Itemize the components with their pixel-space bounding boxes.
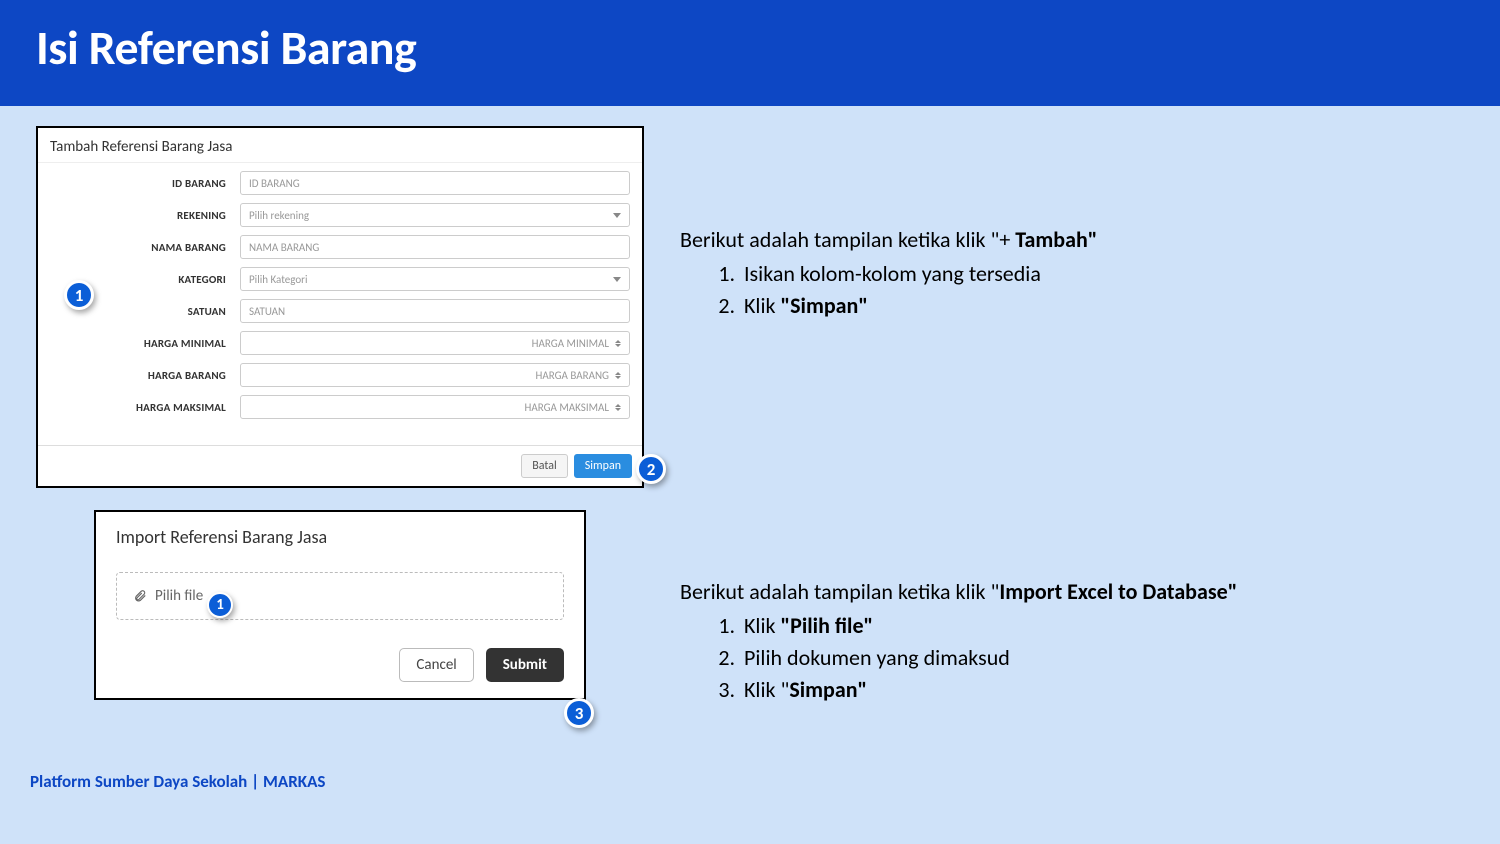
desc-text: Isikan kolom-kolom yang tersedia bbox=[744, 260, 1041, 287]
desc-bold: "Pilih file" bbox=[781, 612, 874, 639]
list-item: Pilih dokumen yang dimaksud bbox=[740, 642, 1480, 674]
list-item: Klik "Pilih file" bbox=[740, 610, 1480, 642]
desc-top-list: Isikan kolom-kolom yang tersedia Klik "S… bbox=[680, 258, 1480, 322]
import-referensi-panel: Import Referensi Barang Jasa Pilih file … bbox=[94, 510, 586, 700]
desc-bottom-list: Klik "Pilih file" Pilih dokumen yang dim… bbox=[680, 610, 1480, 706]
number-stepper-icon bbox=[615, 404, 621, 411]
desc-bold: "Simpan" bbox=[781, 292, 868, 319]
field-id-barang: ID BARANG ID BARANG bbox=[50, 171, 630, 195]
list-item: Klik "Simpan" bbox=[740, 674, 1480, 706]
placeholder-text: HARGA BARANG bbox=[536, 369, 610, 382]
batal-button[interactable]: Batal bbox=[521, 454, 568, 478]
input-id-barang[interactable]: ID BARANG bbox=[240, 171, 630, 195]
field-rekening: REKENING Pilih rekening bbox=[50, 203, 630, 227]
footer-text: Platform Sumber Daya Sekolah | MARKAS bbox=[30, 771, 325, 792]
label-id-barang: ID BARANG bbox=[50, 177, 240, 190]
description-bottom: Berikut adalah tampilan ketika klik "Imp… bbox=[680, 576, 1480, 706]
input-harga-minimal[interactable]: HARGA MINIMAL bbox=[240, 331, 630, 355]
panel1-footer: Batal Simpan bbox=[38, 445, 642, 486]
field-harga-barang: HARGA BARANG HARGA BARANG bbox=[50, 363, 630, 387]
desc-bold: Import Excel to Database" bbox=[999, 578, 1237, 605]
field-harga-maksimal: HARGA MAKSIMAL HARGA MAKSIMAL bbox=[50, 395, 630, 419]
placeholder-text: SATUAN bbox=[249, 305, 285, 318]
desc-text: Klik " bbox=[744, 676, 789, 703]
callout-badge-2: 2 bbox=[636, 454, 666, 484]
label-rekening: REKENING bbox=[50, 209, 240, 222]
slide-title: Isi Referensi Barang bbox=[36, 18, 1464, 77]
placeholder-text: Pilih rekening bbox=[249, 209, 309, 222]
placeholder-text: Pilih Kategori bbox=[249, 273, 308, 286]
input-nama-barang[interactable]: NAMA BARANG bbox=[240, 235, 630, 259]
tambah-referensi-panel: Tambah Referensi Barang Jasa ID BARANG I… bbox=[36, 126, 644, 488]
slide-header: Isi Referensi Barang bbox=[0, 0, 1500, 106]
callout-badge-import-1: 1 bbox=[207, 592, 233, 618]
list-item: Isikan kolom-kolom yang tersedia bbox=[740, 258, 1480, 290]
desc-text: Pilih dokumen yang dimaksud bbox=[744, 644, 1010, 671]
placeholder-text: NAMA BARANG bbox=[249, 241, 319, 254]
pilih-file-dropzone[interactable]: Pilih file bbox=[116, 572, 564, 620]
desc-bold: Simpan" bbox=[789, 676, 867, 703]
number-stepper-icon bbox=[615, 340, 621, 347]
select-kategori[interactable]: Pilih Kategori bbox=[240, 267, 630, 291]
placeholder-text: ID BARANG bbox=[249, 177, 300, 190]
callout-badge-1: 1 bbox=[64, 280, 94, 310]
label-harga-barang: HARGA BARANG bbox=[50, 369, 240, 382]
field-kategori: KATEGORI Pilih Kategori bbox=[50, 267, 630, 291]
label-harga-maksimal: HARGA MAKSIMAL bbox=[50, 401, 240, 414]
chevron-down-icon bbox=[613, 213, 621, 218]
placeholder-text: HARGA MINIMAL bbox=[532, 337, 609, 350]
list-item: Klik "Simpan" bbox=[740, 290, 1480, 322]
input-harga-barang[interactable]: HARGA BARANG bbox=[240, 363, 630, 387]
select-rekening[interactable]: Pilih rekening bbox=[240, 203, 630, 227]
panel2-footer: Cancel Submit bbox=[96, 624, 584, 698]
number-stepper-icon bbox=[615, 372, 621, 379]
desc-text: Berikut adalah tampilan ketika klik " bbox=[680, 578, 999, 605]
label-harga-minimal: HARGA MINIMAL bbox=[50, 337, 240, 350]
panel2-body: Pilih file bbox=[96, 554, 584, 624]
field-nama-barang: NAMA BARANG NAMA BARANG bbox=[50, 235, 630, 259]
input-harga-maksimal[interactable]: HARGA MAKSIMAL bbox=[240, 395, 630, 419]
callout-badge-3: 3 bbox=[564, 698, 594, 728]
description-top: Berikut adalah tampilan ketika klik "+ T… bbox=[680, 224, 1480, 322]
panel1-form: ID BARANG ID BARANG REKENING Pilih reken… bbox=[38, 163, 642, 419]
placeholder-text: HARGA MAKSIMAL bbox=[525, 401, 610, 414]
desc-bold: Tambah" bbox=[1015, 226, 1097, 253]
pilih-file-label: Pilih file bbox=[155, 587, 203, 605]
desc-top-intro: Berikut adalah tampilan ketika klik "+ T… bbox=[680, 224, 1480, 256]
panel1-title: Tambah Referensi Barang Jasa bbox=[38, 128, 642, 163]
desc-text: Klik bbox=[744, 292, 781, 319]
desc-bottom-intro: Berikut adalah tampilan ketika klik "Imp… bbox=[680, 576, 1480, 608]
chevron-down-icon bbox=[613, 277, 621, 282]
paperclip-icon bbox=[133, 588, 147, 604]
desc-text: Berikut adalah tampilan ketika klik "+ bbox=[680, 226, 1015, 253]
cancel-button[interactable]: Cancel bbox=[399, 648, 473, 682]
desc-text: Klik bbox=[744, 612, 781, 639]
input-satuan[interactable]: SATUAN bbox=[240, 299, 630, 323]
field-satuan: SATUAN SATUAN bbox=[50, 299, 630, 323]
submit-button[interactable]: Submit bbox=[486, 648, 564, 682]
panel2-title: Import Referensi Barang Jasa bbox=[96, 512, 584, 554]
label-nama-barang: NAMA BARANG bbox=[50, 241, 240, 254]
simpan-button[interactable]: Simpan bbox=[574, 454, 632, 478]
field-harga-minimal: HARGA MINIMAL HARGA MINIMAL bbox=[50, 331, 630, 355]
